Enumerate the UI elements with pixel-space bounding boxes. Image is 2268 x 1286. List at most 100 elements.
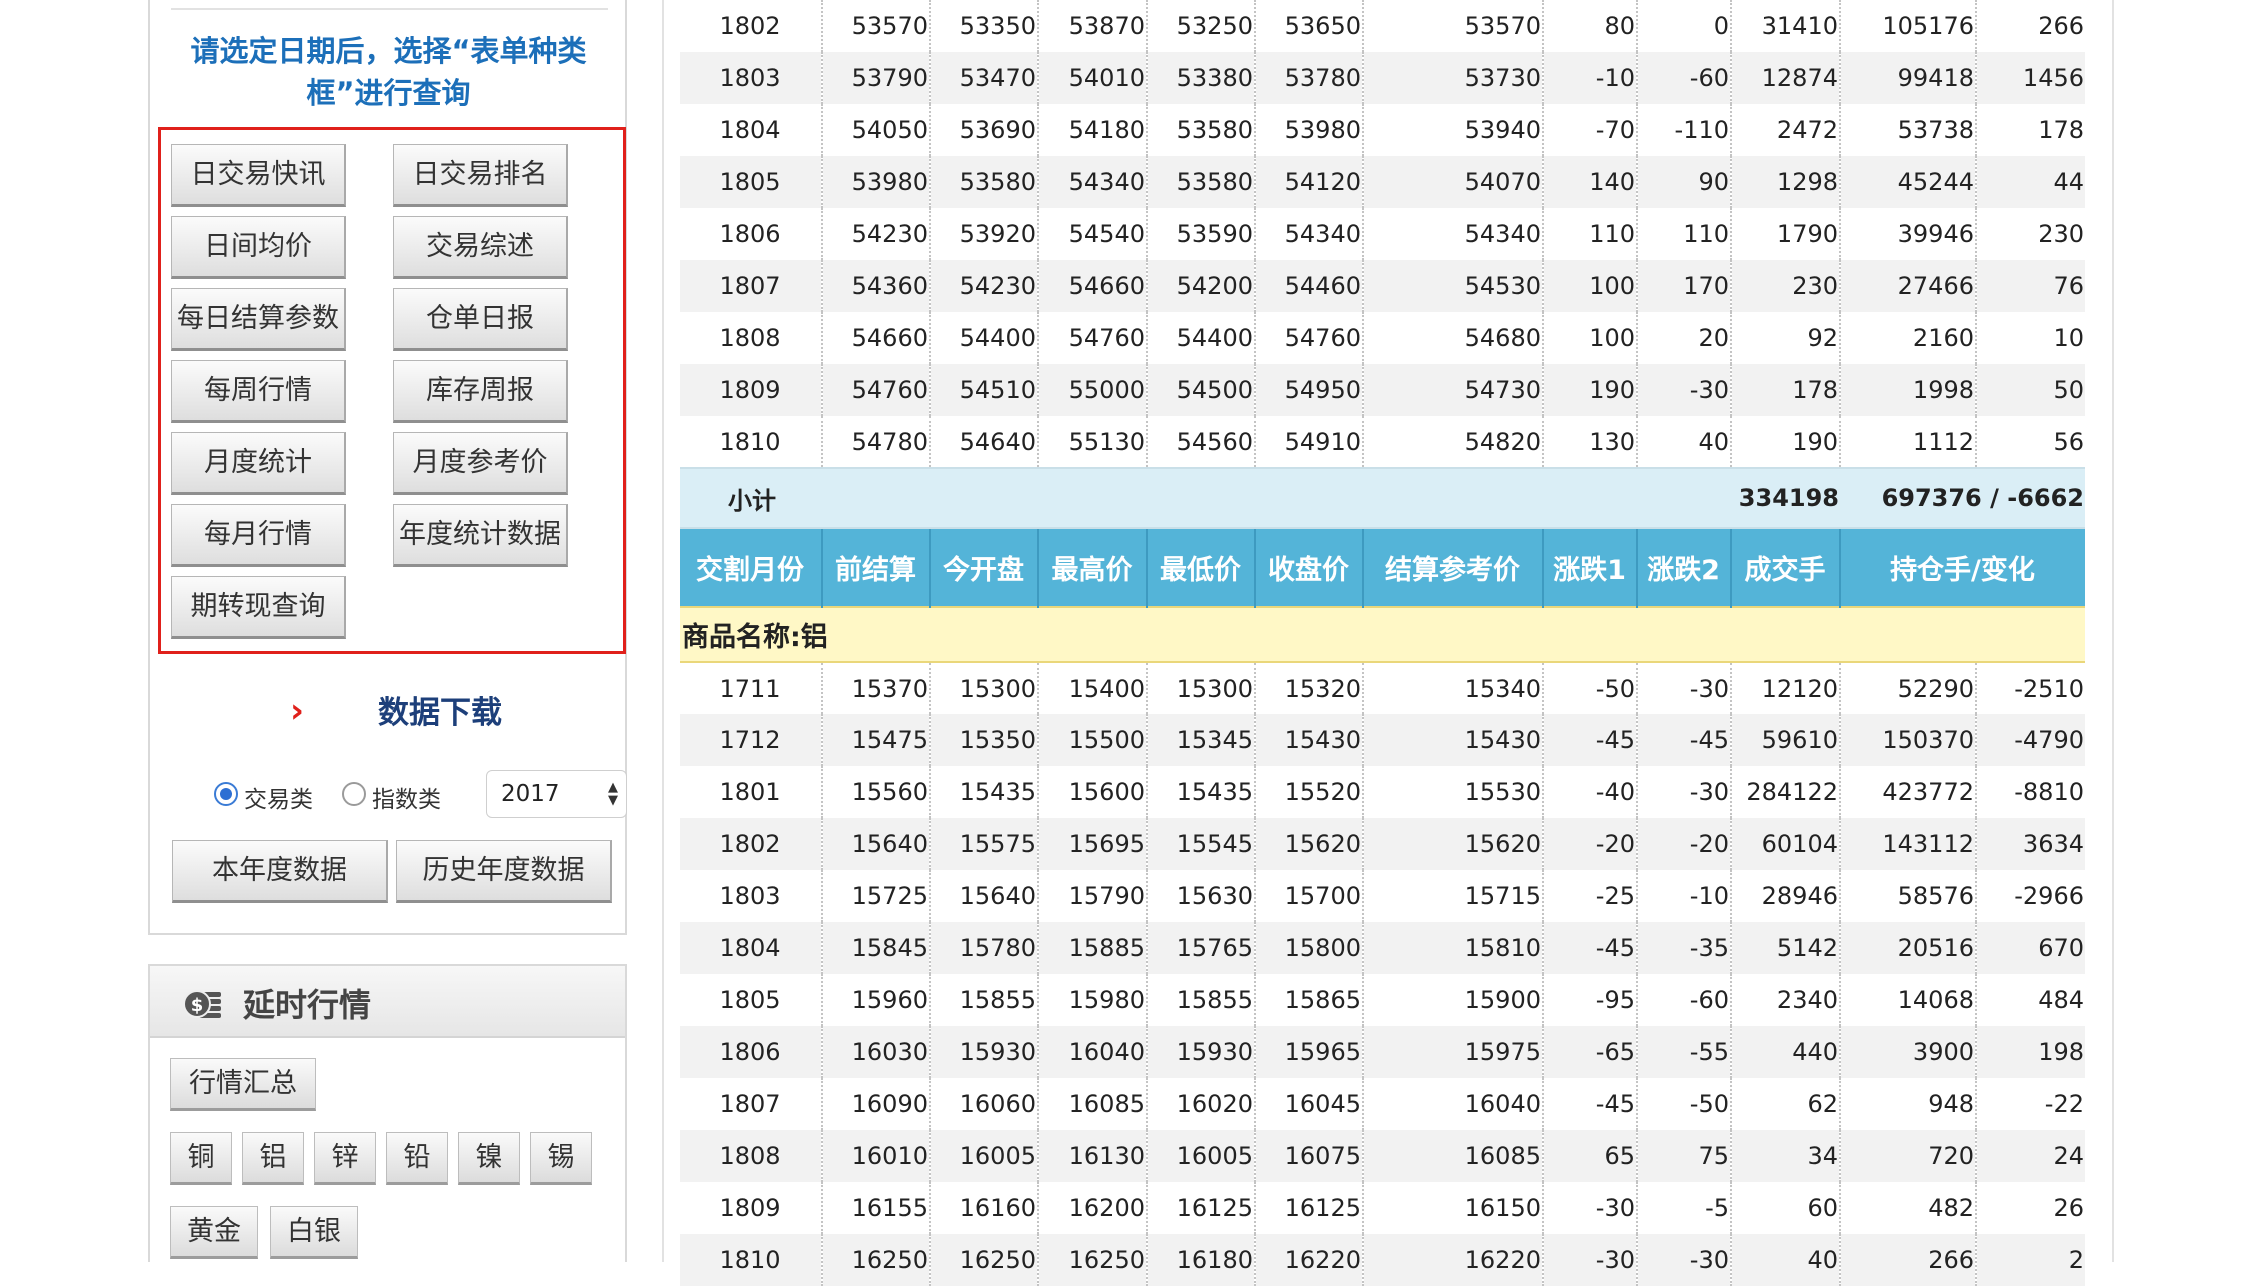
copper-rows: 1802 53570 53350 53870 53250 53650 53570 80 0 314… (680, 0, 2085, 468)
table-cell: 16090 (822, 1078, 931, 1130)
quote-summary-button[interactable]: 行情汇总 (170, 1058, 316, 1111)
table-cell: 15695 (1038, 818, 1148, 870)
table-row: 1806 54230 53920 54540 53590 54340 54340 110 110… (680, 208, 2085, 260)
table-cell: 20516 (1840, 922, 1977, 974)
table-cell: 54660 (822, 312, 931, 364)
trading-summary-button[interactable]: 交易综述 (393, 216, 568, 279)
table-cell: 15855 (930, 974, 1039, 1026)
header-open-interest: 持仓手/变化 (1840, 528, 2085, 607)
table-cell: 3634 (1976, 818, 2085, 870)
table-cell: -20 (1543, 818, 1638, 870)
daily-trading-rank-button[interactable]: 日交易排名 (393, 144, 568, 207)
current-year-data-button[interactable]: 本年度数据 (172, 840, 388, 903)
trade-type-radio[interactable] (214, 782, 238, 806)
table-cell: -45 (1637, 714, 1732, 766)
delayed-quotes-panel: $ 延时行情 行情汇总 铜 铝 锌 铅 镍 锡 黄金 白银 (148, 964, 627, 1262)
table-cell: -40 (1543, 766, 1638, 818)
table-row: 1711 15370 15300 15400 15300 15320 15340 -50 -30… (680, 662, 2085, 714)
table-cell: 15975 (1363, 1026, 1544, 1078)
table-cell: 53580 (1147, 104, 1256, 156)
history-year-data-button[interactable]: 历史年度数据 (396, 840, 612, 903)
zinc-button[interactable]: 锌 (314, 1132, 376, 1185)
year-select[interactable]: 2017 ▲ ▼ (486, 770, 627, 818)
table-cell: -30 (1637, 766, 1732, 818)
table-cell: -95 (1543, 974, 1638, 1026)
table-cell: 26 (1976, 1182, 2085, 1234)
table-cell: 15300 (930, 662, 1039, 714)
table-cell: -35 (1637, 922, 1732, 974)
table-cell: -30 (1637, 1234, 1732, 1286)
lead-button[interactable]: 铅 (386, 1132, 448, 1185)
monthly-stats-button[interactable]: 月度统计 (171, 432, 346, 495)
warehouse-daily-button[interactable]: 仓单日报 (393, 288, 568, 351)
table-cell: 16180 (1147, 1234, 1256, 1286)
table-cell: 15620 (1255, 818, 1364, 870)
table-cell: 1998 (1840, 364, 1977, 416)
table-cell: 143112 (1840, 818, 1977, 870)
table-cell: 54680 (1363, 312, 1544, 364)
table-cell: 670 (1976, 922, 2085, 974)
inventory-weekly-button[interactable]: 库存周报 (393, 360, 568, 423)
header-prev-settle: 前结算 (822, 528, 931, 607)
index-type-radio[interactable] (342, 782, 366, 806)
efp-query-button[interactable]: 期转现查询 (171, 576, 346, 639)
table-cell: 27466 (1840, 260, 1977, 312)
table-cell: 16250 (822, 1234, 931, 1286)
table-row: 1801 15560 15435 15600 15435 15520 15530 -40 -30… (680, 766, 2085, 818)
table-row: 1805 15960 15855 15980 15855 15865 15900 -95 -60… (680, 974, 2085, 1026)
table-cell: 15345 (1147, 714, 1256, 766)
daily-settlement-params-button[interactable]: 每日结算参数 (171, 288, 346, 351)
table-row: 1807 16090 16060 16085 16020 16045 16040 -45 -50… (680, 1078, 2085, 1130)
table-cell: -2966 (1976, 870, 2085, 922)
table-cell: 15865 (1255, 974, 1364, 1026)
table-cell: 0 (1637, 0, 1732, 52)
nickel-button[interactable]: 镍 (458, 1132, 520, 1185)
table-cell: 15930 (930, 1026, 1039, 1078)
table-cell: 54230 (930, 260, 1039, 312)
table-cell: 15545 (1147, 818, 1256, 870)
tin-button[interactable]: 锡 (530, 1132, 592, 1185)
table-cell: 1804 (680, 104, 823, 156)
table-cell: -10 (1637, 870, 1732, 922)
subtotal-open-interest: 697376 / -6662 (1840, 467, 2085, 529)
table-cell: 10 (1976, 312, 2085, 364)
daily-trading-flash-button[interactable]: 日交易快讯 (171, 144, 346, 207)
table-cell: 59610 (1731, 714, 1841, 766)
data-download-title: 数据下载 (378, 695, 502, 731)
table-cell: -60 (1637, 974, 1732, 1026)
aluminum-button[interactable]: 铝 (242, 1132, 304, 1185)
monthly-quotes-button[interactable]: 每月行情 (171, 504, 346, 567)
table-cell: 15855 (1147, 974, 1256, 1026)
table-cell: 12874 (1731, 52, 1841, 104)
table-cell: 54660 (1038, 260, 1148, 312)
table-cell: 54780 (822, 416, 931, 468)
table-cell: 76 (1976, 260, 2085, 312)
table-cell: 54340 (1255, 208, 1364, 260)
copper-button[interactable]: 铜 (170, 1132, 232, 1185)
weekly-quotes-button[interactable]: 每周行情 (171, 360, 346, 423)
header-settle-ref: 结算参考价 (1363, 528, 1544, 607)
annual-stats-button[interactable]: 年度统计数据 (393, 504, 568, 567)
table-row: 1807 54360 54230 54660 54200 54460 54530 100 170… (680, 260, 2085, 312)
monthly-reference-price-button[interactable]: 月度参考价 (393, 432, 568, 495)
table-cell: 16010 (822, 1130, 931, 1182)
table-cell: 53730 (1363, 52, 1544, 104)
table-cell: 15600 (1038, 766, 1148, 818)
table-cell: 15430 (1255, 714, 1364, 766)
table-cell: 15810 (1363, 922, 1544, 974)
table-cell: 482 (1840, 1182, 1977, 1234)
table-cell: 53580 (930, 156, 1039, 208)
silver-button[interactable]: 白银 (270, 1206, 358, 1259)
table-cell: 16005 (930, 1130, 1039, 1182)
table-cell: 15400 (1038, 662, 1148, 714)
table-cell: 44 (1976, 156, 2085, 208)
daily-average-price-button[interactable]: 日间均价 (171, 216, 346, 279)
table-cell: 54510 (930, 364, 1039, 416)
table-row: 1808 16010 16005 16130 16005 16075 16085 65 75 34… (680, 1130, 2085, 1182)
table-row: 1804 15845 15780 15885 15765 15800 15810 -45 -35… (680, 922, 2085, 974)
table-cell: 54180 (1038, 104, 1148, 156)
table-cell: 105176 (1840, 0, 1977, 52)
gold-button[interactable]: 黄金 (170, 1206, 258, 1259)
table-cell: 53350 (930, 0, 1039, 52)
table-row: 1806 16030 15930 16040 15930 15965 15975 -65 -55… (680, 1026, 2085, 1078)
